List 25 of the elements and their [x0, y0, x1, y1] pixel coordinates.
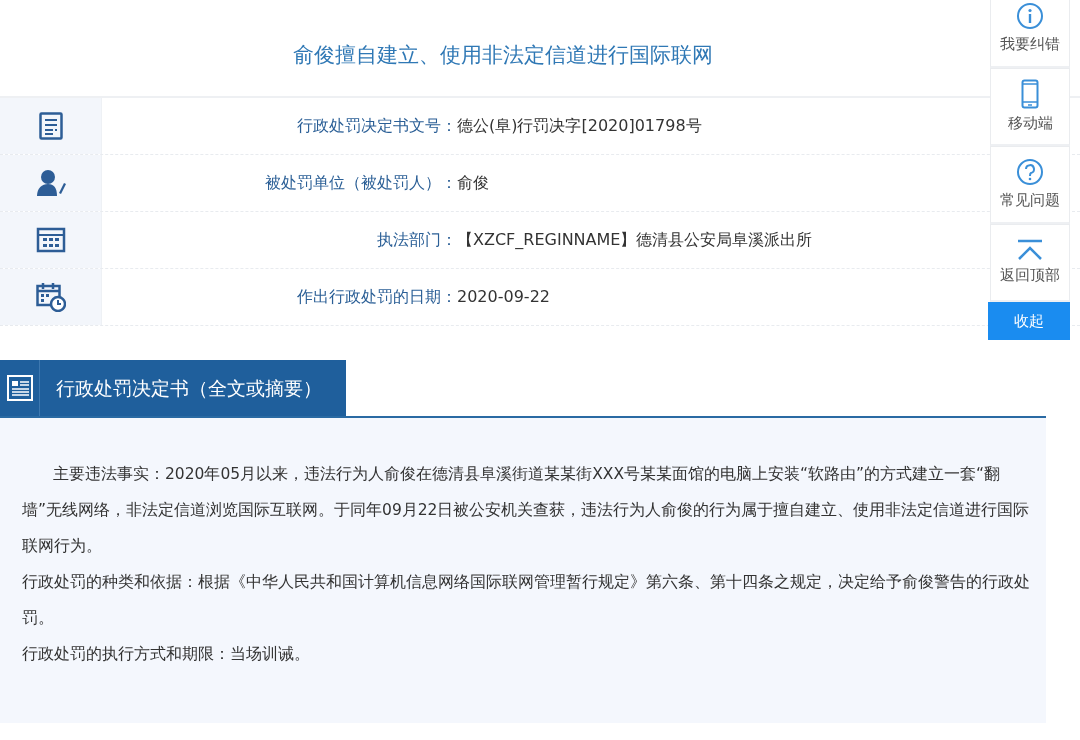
- field-label: 执法部门：: [377, 229, 457, 251]
- field-label: 行政处罚决定书文号：: [297, 115, 457, 137]
- side-menu-item[interactable]: 返回顶部: [990, 224, 1070, 302]
- info-icon: [1016, 1, 1044, 30]
- building-icon: [35, 227, 66, 253]
- document-icon: [38, 112, 63, 140]
- help-icon: [1016, 157, 1044, 186]
- field-value: 【XZCF_REGINNAME】德清县公安局阜溪派出所: [457, 229, 813, 251]
- side-menu-item[interactable]: 常见问题: [990, 146, 1070, 224]
- back-to-top-icon: [1016, 238, 1044, 261]
- side-menu-item[interactable]: 移动端: [990, 68, 1070, 146]
- paragraph: 行政处罚的执行方式和期限：当场训诫。: [22, 644, 311, 665]
- phone-icon: [1021, 78, 1039, 109]
- field-value: 德公(阜)行罚决字[2020]01798号: [457, 115, 702, 137]
- person-icon: [35, 169, 66, 197]
- field-label: 被处罚单位（被处罚人）：: [265, 172, 457, 194]
- document-icon: [5, 374, 34, 402]
- field-label: 作出行政处罚的日期：: [297, 286, 457, 308]
- paragraph: 行政处罚的种类和依据：根据《中华人民共和国计算机信息网络国际联网管理暂行规定》第六条、第十四条之规定，决定给予俞俊警告的行政处罚。: [22, 572, 1031, 629]
- paragraph: 主要违法事实：2020年05月以来，违法行为人俞俊在德清县阜溪街道某某街XXX号某某面馆的电脑上安装“软路由”的方式建立一套“翻墙”无线网络，非法定信道浏览国际互联网。于同年09月22日被公安机关查获，违法行为人俞俊的行为属于擅自建立、使用非法定信道进行国际联网行为。: [22, 464, 1031, 557]
- calendar-clock-icon: [35, 282, 66, 312]
- field-value: 2020-09-22: [457, 286, 550, 308]
- side-menu-item[interactable]: 我要纠错: [990, 0, 1070, 68]
- field-value: 俞俊: [457, 172, 489, 194]
- section-title: 行政处罚决定书（全文或摘要）: [55, 375, 322, 401]
